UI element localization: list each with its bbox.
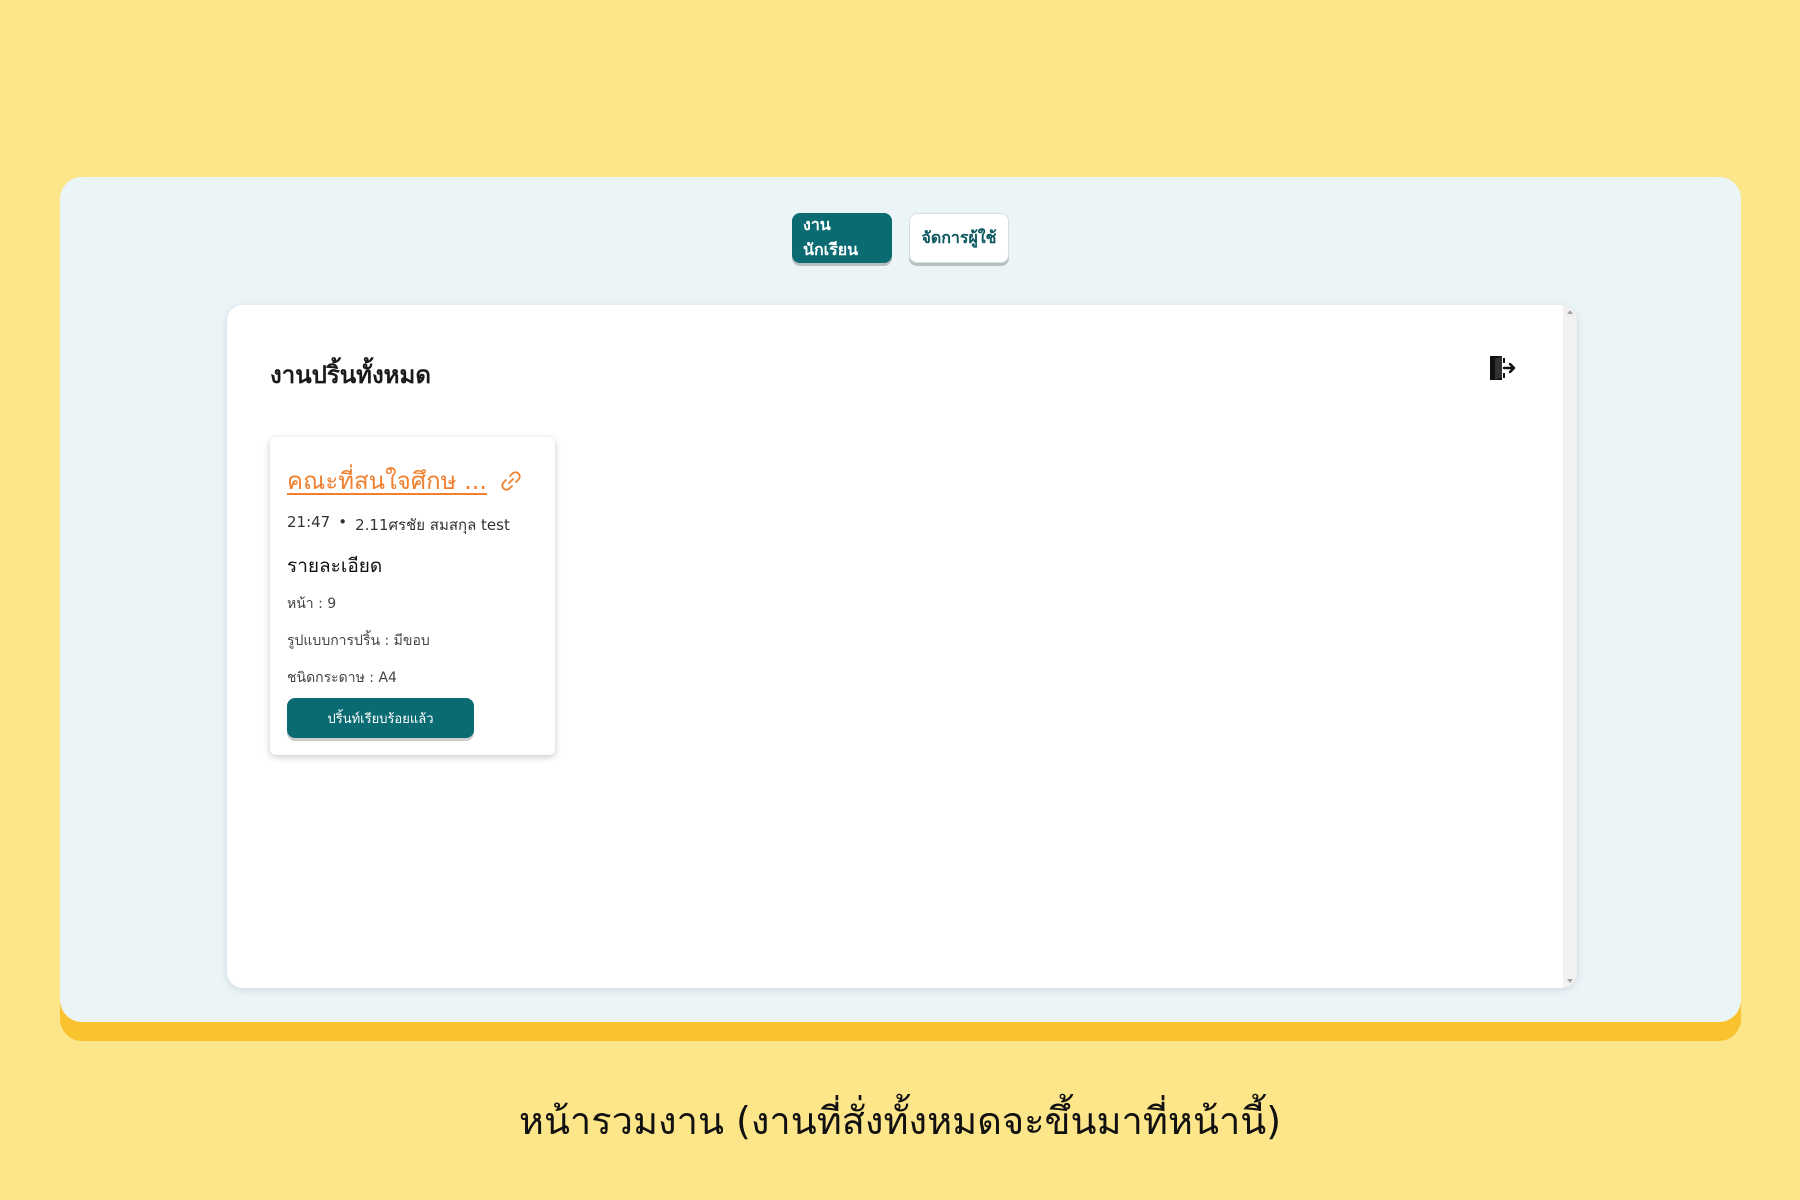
manage-users-button[interactable]: จัดการผู้ใช้: [909, 213, 1009, 263]
job-owner: 2.11ศรชัย สมสกุล test: [355, 516, 510, 534]
print-done-button[interactable]: ปริ้นท์เรียบร้อยแล้ว: [287, 698, 474, 738]
paper-type-field: ชนิดกระดาษ : A4: [287, 670, 397, 686]
print-job-card: คณะที่สนใจศึกษ ... 21:47 • 2.11ศรชัย สมส…: [270, 437, 555, 755]
logout-icon[interactable]: [1487, 353, 1517, 383]
details-heading: รายละเอียด: [287, 555, 383, 577]
scroll-up-arrow[interactable]: [1567, 310, 1573, 314]
caption: หน้ารวมงาน (งานที่สั่งทั้งหมดจะขึ้นมาที่…: [518, 1099, 1282, 1143]
meta-separator: •: [338, 513, 348, 531]
job-time: 21:47: [287, 513, 331, 531]
scroll-down-arrow[interactable]: [1567, 979, 1573, 983]
page-title: งานปริ้นทั้งหมด: [270, 361, 431, 389]
job-meta: 21:47 • 2.11ศรชัย สมสกุล test: [287, 513, 510, 537]
job-title-link[interactable]: คณะที่สนใจศึกษ ...: [287, 461, 487, 500]
print-format-field: รูปแบบการปริ้น : มีขอบ: [287, 633, 430, 649]
top-nav: งานนักเรียน จัดการผู้ใช้: [60, 213, 1741, 263]
card-title-row: คณะที่สนใจศึกษ ...: [287, 461, 523, 500]
pages-field: หน้า : 9: [287, 596, 337, 612]
print-jobs-panel: งานปริ้นทั้งหมด คณะที่สนใจศึกษ ... 21:47…: [227, 305, 1577, 988]
student-work-button[interactable]: งานนักเรียน: [792, 213, 892, 263]
scrollbar[interactable]: [1563, 305, 1577, 988]
link-icon[interactable]: [499, 469, 523, 493]
app-frame: งานนักเรียน จัดการผู้ใช้ งานปริ้นทั้งหมด…: [60, 177, 1741, 1022]
